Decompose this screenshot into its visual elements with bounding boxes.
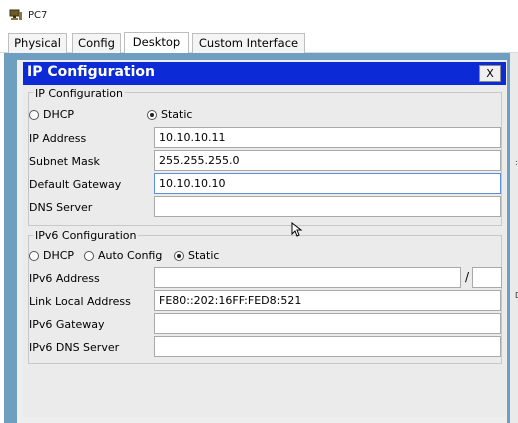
ip-address-field[interactable]: 10.10.10.11 — [154, 127, 501, 148]
ipv4-dhcp-label: DHCP — [43, 108, 75, 121]
subnet-mask-label: Subnet Mask — [29, 155, 100, 168]
ipv6-prefix-field[interactable] — [472, 267, 502, 288]
ipv6-dns-server-field[interactable] — [154, 336, 501, 357]
subnet-mask-field[interactable]: 255.255.255.0 — [154, 150, 501, 171]
close-button[interactable]: X — [479, 65, 501, 82]
link-local-address-label: Link Local Address — [29, 295, 131, 308]
ipv6-auto-config-label: Auto Config — [98, 249, 163, 262]
tab-custom-interface[interactable]: Custom Interface — [192, 33, 305, 53]
ipv6-gateway-field[interactable] — [154, 313, 501, 334]
default-gateway-label: Default Gateway — [29, 178, 122, 191]
ipv6-dhcp-label: DHCP — [43, 249, 75, 262]
window-titlebar: PC7 — [0, 0, 518, 32]
ip-address-label: IP Address — [29, 132, 87, 145]
ipv6-static-radio[interactable]: Static — [174, 249, 219, 262]
tab-desktop[interactable]: Desktop — [124, 32, 189, 53]
mouse-cursor-icon — [291, 221, 303, 238]
ipv6-dns-server-label: IPv6 DNS Server — [29, 341, 120, 354]
window-title: PC7 — [28, 10, 48, 21]
ipv6-static-label: Static — [188, 249, 220, 262]
ipv6-address-field[interactable] — [154, 267, 461, 288]
default-gateway-field[interactable]: 10.10.10.10 — [154, 173, 501, 194]
radio-off-icon — [84, 250, 94, 261]
ipv6-gateway-label: IPv6 Gateway — [29, 318, 105, 331]
ip-configuration-dialog: IP Configuration X IP Configuration DHCP… — [23, 62, 506, 417]
radio-off-icon — [29, 250, 39, 261]
ipv4-group-label: IP Configuration — [33, 87, 125, 100]
panel-scroll-strip[interactable] — [510, 53, 518, 423]
side-mark-colon: : — [515, 158, 518, 167]
ipv4-static-radio[interactable]: Static — [147, 108, 192, 121]
prefix-slash: / — [465, 270, 470, 284]
ipv4-dhcp-radio[interactable]: DHCP — [29, 108, 74, 121]
dns-server-field[interactable] — [154, 196, 501, 217]
dialog-title: IP Configuration — [27, 64, 155, 80]
link-local-address-field[interactable]: FE80::202:16FF:FED8:521 — [154, 290, 501, 311]
pc-icon — [9, 9, 23, 21]
tab-physical[interactable]: Physical — [8, 33, 67, 53]
dns-server-label: DNS Server — [29, 201, 93, 214]
tab-config[interactable]: Config — [72, 33, 121, 53]
ipv6-address-label: IPv6 Address — [29, 272, 100, 285]
ipv6-dhcp-radio[interactable]: DHCP — [29, 249, 74, 262]
radio-off-icon — [29, 109, 39, 120]
ipv4-static-label: Static — [161, 108, 193, 121]
tab-bar: Physical Config Desktop Custom Interface — [0, 32, 518, 53]
dialog-titlebar: IP Configuration X — [23, 62, 506, 85]
ipv6-auto-config-radio[interactable]: Auto Config — [84, 249, 162, 262]
ipv6-group-label: IPv6 Configuration — [33, 229, 139, 242]
radio-on-icon — [147, 109, 157, 120]
radio-on-icon — [174, 250, 184, 261]
